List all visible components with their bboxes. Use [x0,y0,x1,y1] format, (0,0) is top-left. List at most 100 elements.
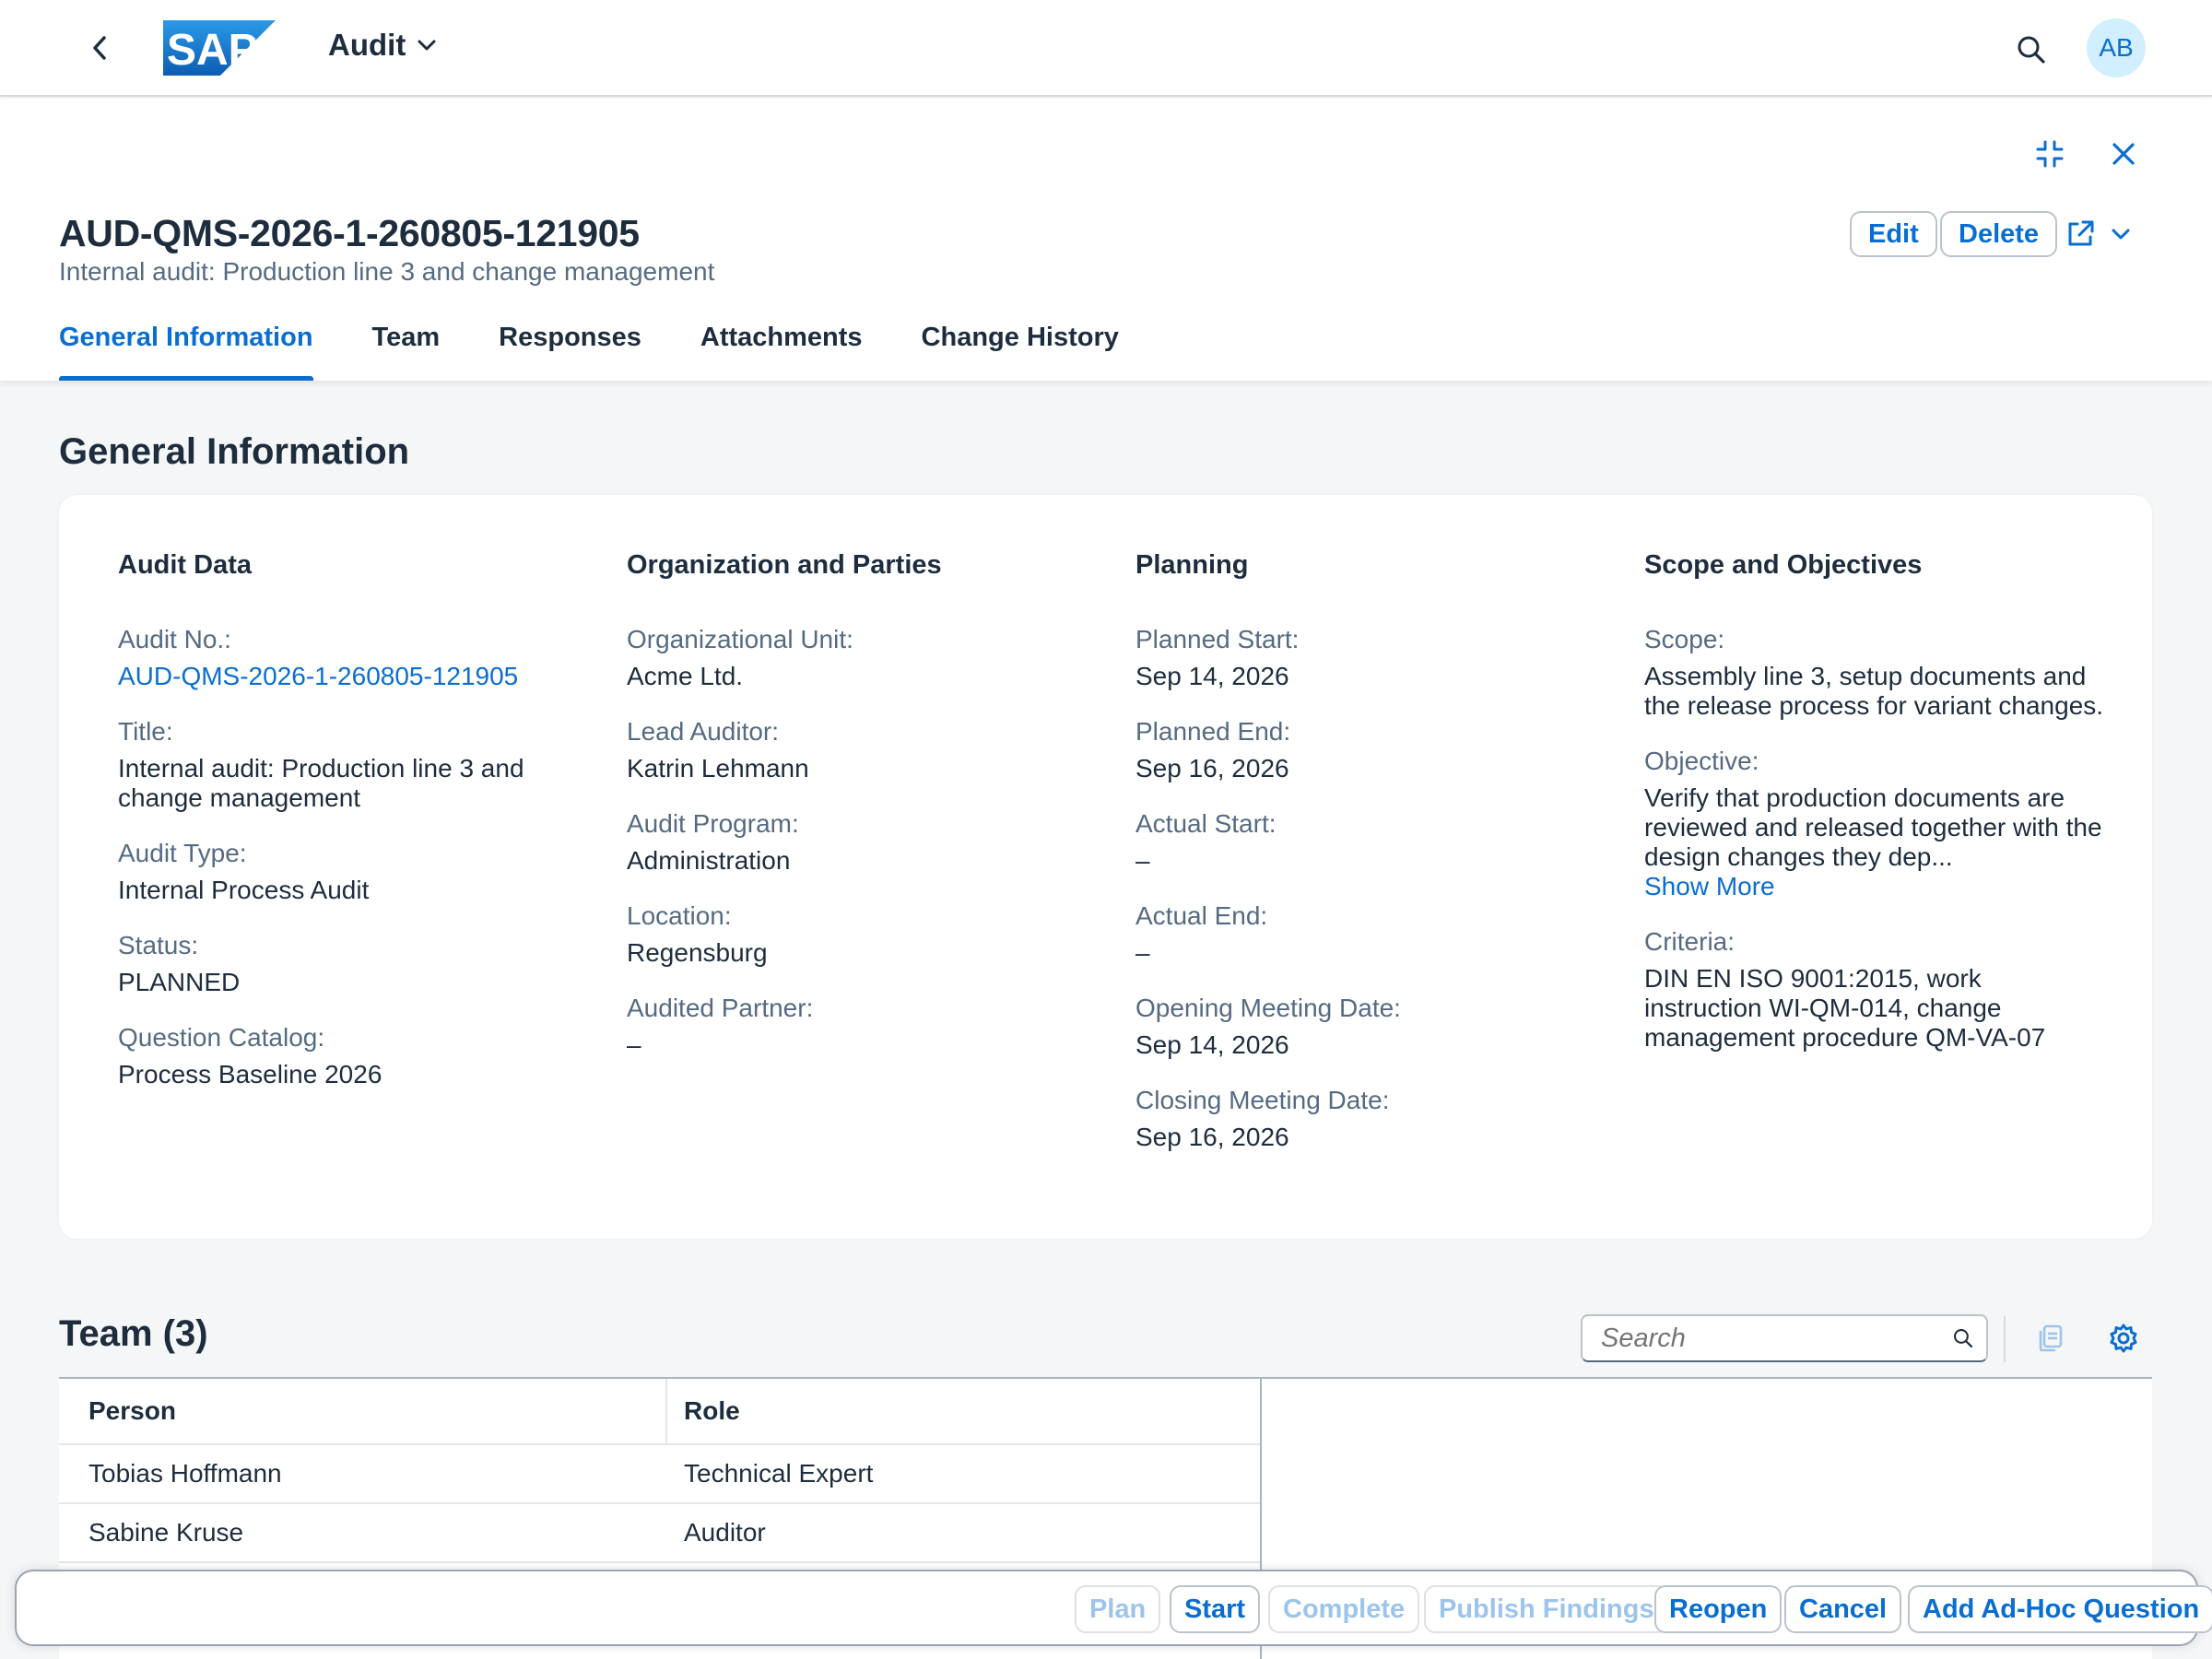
team-search-input[interactable] [1601,1323,1953,1354]
field-location: Location: Regensburg [627,901,1106,968]
field-question-catalog: Question Catalog: Process Baseline 2026 [118,1023,597,1089]
delete-button[interactable]: Delete [1940,211,2058,257]
chevron-down-icon [2112,229,2130,240]
field-label: Actual Start: [1135,809,1277,838]
shell-bar: SAP Audit AB [0,0,2212,97]
status-value: PLANNED [118,968,241,996]
field-actual-start: Actual Start: – [1135,809,1615,876]
close-icon [2112,143,2135,165]
column-header-role[interactable]: Role [667,1396,740,1426]
field-planned-end: Planned End: Sep 16, 2026 [1135,717,1615,783]
tab-general-information[interactable]: General Information [59,320,313,381]
field-label: Opening Meeting Date: [1135,994,1401,1022]
field-status: Status: PLANNED [118,931,597,997]
tab-responses[interactable]: Responses [499,320,641,381]
field-value: Sep 16, 2026 [1135,754,1289,782]
field-label: Audit Program: [627,809,799,838]
column-header-person[interactable]: Person [59,1379,667,1443]
field-closing-meeting-date: Closing Meeting Date: Sep 16, 2026 [1135,1086,1615,1152]
copy-button[interactable] [2030,1318,2070,1359]
field-lead-auditor: Lead Auditor: Katrin Lehmann [627,717,1106,783]
publish-findings-button[interactable]: Publish Findings [1424,1585,1669,1633]
edit-button[interactable]: Edit [1850,211,1937,257]
scope-objectives-group: Scope and Objectives Scope: Assembly lin… [1644,550,2105,1078]
audit-no-link[interactable]: AUD-QMS-2026-1-260805-121905 [118,662,597,691]
general-information-card: Audit Data Audit No.: AUD-QMS-2026-1-260… [59,495,2152,1239]
back-chevron-icon [93,36,106,60]
field-label: Audit Type: [118,839,247,867]
table-row[interactable]: Sabine Kruse Auditor [59,1504,1260,1563]
field-value: Assembly line 3, setup documents and the… [1644,662,2104,720]
tab-change-history[interactable]: Change History [922,320,1119,381]
field-value: Sep 14, 2026 [1135,662,1289,690]
sap-logo[interactable]: SAP [163,20,276,76]
field-label: Question Catalog: [118,1023,325,1052]
planning-group: Planning Planned Start: Sep 14, 2026 Pla… [1135,550,1615,1178]
field-value: Internal Process Audit [118,876,370,904]
table-settings-button[interactable] [2103,1318,2144,1359]
audit-data-group: Audit Data Audit No.: AUD-QMS-2026-1-260… [118,550,597,1115]
show-more-link[interactable]: Show More [1644,872,2105,901]
field-label: Audited Partner: [627,994,814,1022]
field-label: Audit No.: [118,625,231,653]
field-label: Location: [627,901,732,930]
field-value: Regensburg [627,938,768,967]
organization-group: Organization and Parties Organizational … [627,550,1106,1086]
shell-search-button[interactable] [2011,29,2052,70]
field-criteria: Criteria: DIN EN ISO 9001:2015, work ins… [1644,927,2105,1053]
group-heading: Audit Data [118,550,252,580]
page-title: AUD-QMS-2026-1-260805-121905 [59,212,640,254]
search-icon[interactable] [1953,1324,1973,1352]
back-button[interactable] [81,29,118,66]
exit-fullscreen-icon [2036,140,2064,168]
tab-attachments[interactable]: Attachments [700,320,863,381]
field-value: Sep 16, 2026 [1135,1123,1289,1151]
exit-fullscreen-button[interactable] [2030,134,2070,174]
field-label: Scope: [1644,625,1725,653]
table-header-row: Person Role [59,1379,1260,1445]
complete-button[interactable]: Complete [1268,1585,1420,1633]
team-search-field[interactable] [1581,1314,1988,1362]
field-label: Lead Auditor: [627,717,780,746]
add-ad-hoc-question-button[interactable]: Add Ad-Hoc Question [1908,1585,2212,1633]
tab-team[interactable]: Team [372,320,441,381]
toolbar-separator [2004,1316,2006,1362]
reopen-button[interactable]: Reopen [1654,1585,1783,1633]
field-audit-type: Audit Type: Internal Process Audit [118,839,597,905]
field-audit-no: Audit No.: AUD-QMS-2026-1-260805-121905 [118,625,597,691]
field-label: Status: [118,931,199,959]
cell-role: Auditor [684,1518,766,1547]
group-heading: Planning [1135,550,1249,580]
settings-gear-icon [2110,1324,2137,1353]
field-label: Objective: [1644,747,1759,775]
field-value: Internal audit: Production line 3 and ch… [118,754,524,812]
object-header: AUD-QMS-2026-1-260805-121905 Internal au… [0,99,2212,381]
cancel-button[interactable]: Cancel [1784,1585,1902,1633]
field-value: – [1135,938,1150,967]
close-button[interactable] [2103,134,2144,174]
page-subtitle: Internal audit: Production line 3 and ch… [59,257,715,286]
field-value: Verify that production documents are rev… [1644,783,2102,871]
field-label: Planned Start: [1135,625,1300,653]
group-heading: Organization and Parties [627,550,942,580]
search-icon [2018,36,2045,64]
share-menu-button[interactable] [2065,211,2131,257]
section-title-general-information: General Information [59,431,410,472]
table-row[interactable]: Tobias Hoffmann Technical Expert [59,1445,1260,1504]
user-avatar[interactable]: AB [2087,18,2146,77]
app-title-menu[interactable]: Audit [328,28,437,63]
field-label: Criteria: [1644,927,1735,956]
footer-toolbar: Plan Start Complete Publish Findings Reo… [15,1570,2212,1646]
share-icon [2068,220,2094,246]
field-value: Acme Ltd. [627,662,744,690]
field-value: – [627,1030,641,1059]
field-label: Title: [118,717,173,746]
start-button[interactable]: Start [1170,1585,1261,1633]
field-objective: Objective: Verify that production docume… [1644,747,2105,901]
chevron-down-icon [418,40,436,51]
field-value: Katrin Lehmann [627,754,809,782]
plan-button[interactable]: Plan [1075,1585,1161,1633]
team-section-title: Team (3) [59,1313,208,1354]
sap-logo-text: SAP [167,26,258,75]
field-value: Process Baseline 2026 [118,1060,382,1088]
